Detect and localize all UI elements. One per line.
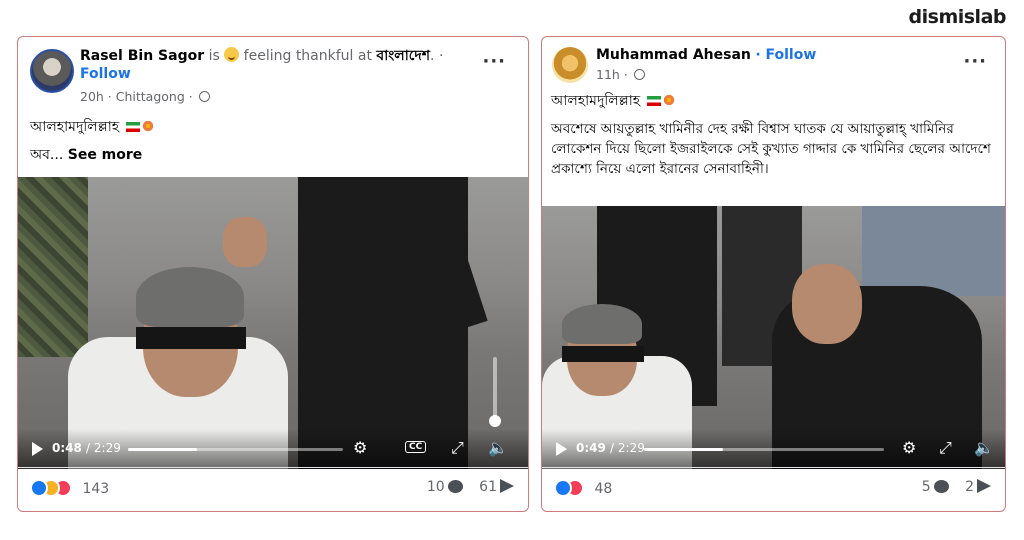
progress-fill [128, 448, 197, 451]
truncated-text: অব... [30, 147, 64, 163]
avatar[interactable] [30, 49, 74, 93]
reactions-summary[interactable]: 143 [30, 479, 109, 497]
share-count: 2 [965, 479, 974, 495]
like-reaction-icon [30, 479, 48, 497]
soldier-figure [18, 177, 88, 357]
post-meta: 20h · Chittagong · [80, 89, 210, 104]
blindfold-figure [562, 346, 644, 362]
progress-fill [644, 448, 724, 451]
guard-figure [298, 177, 468, 469]
video-player[interactable]: 0:49 / 2:29 ⚙ ⤢ 🔈 [542, 206, 1005, 469]
flower-icon [141, 120, 154, 132]
comments-stat[interactable]: 5 [922, 479, 949, 495]
play-icon[interactable] [556, 442, 567, 456]
share-count: 61 [479, 479, 497, 495]
more-options-icon[interactable]: ··· [482, 51, 506, 72]
share-icon [977, 479, 991, 493]
post-header: Rasel Bin Sagor is feeling thankful at ব… [80, 47, 444, 82]
fullscreen-icon[interactable]: ⤢ [939, 439, 952, 457]
globe-icon [633, 69, 645, 80]
mute-icon[interactable]: 🔈 [488, 439, 508, 457]
video-time: 0:48 / 2:29 [52, 441, 121, 455]
detained-face-figure [792, 264, 862, 344]
reaction-count: 48 [594, 481, 613, 497]
avatar[interactable] [552, 47, 588, 83]
video-controls: 0:48 / 2:29 ⚙ CC ⤢ 🔈 [18, 429, 528, 469]
globe-icon [198, 91, 210, 102]
post-text-line: আলহামদুলিল্লাহ [30, 117, 154, 137]
follow-button[interactable]: · Follow [755, 47, 816, 63]
place-link[interactable]: বাংলাদেশ [376, 48, 430, 64]
hair-figure [562, 304, 642, 344]
iran-flag-icon [646, 96, 661, 106]
post-meta: 11h · [596, 67, 645, 82]
shares-stat[interactable]: 61 [479, 479, 514, 495]
settings-gear-icon[interactable]: ⚙ [353, 439, 367, 457]
more-options-icon[interactable]: ··· [963, 51, 987, 72]
post-footer: 143 10 61 [18, 467, 528, 511]
hair-figure [136, 267, 244, 327]
post-text-line: আলহামদুলিল্লাহ [551, 91, 675, 111]
current-time: 0:48 [52, 441, 82, 455]
brand-logo: dismislab [908, 6, 1007, 28]
shares-stat[interactable]: 2 [965, 479, 991, 495]
engagement-stats: 10 61 [415, 479, 514, 495]
video-player[interactable]: 0:48 / 2:29 ⚙ CC ⤢ 🔈 [18, 177, 528, 469]
iran-flag-icon [125, 122, 140, 132]
volume-knob[interactable] [489, 415, 501, 427]
current-time: 0:49 [576, 441, 606, 455]
blindfold-figure [136, 327, 246, 349]
engagement-stats: 5 2 [910, 479, 991, 495]
post-card-2: Muhammad Ahesan · Follow 11h · ··· আলহাম… [541, 36, 1006, 512]
video-controls: 0:49 / 2:29 ⚙ ⤢ 🔈 [542, 429, 1005, 469]
comments-stat[interactable]: 10 [427, 479, 463, 495]
post-text-truncated: অব... See more [30, 145, 142, 165]
smile-emoji-icon [224, 47, 240, 62]
captions-icon[interactable]: CC [405, 441, 427, 453]
progress-bar[interactable] [128, 448, 343, 451]
bystander-figure [862, 206, 1005, 296]
play-icon[interactable] [32, 442, 43, 456]
mute-icon[interactable]: 🔈 [974, 439, 994, 457]
flower-icon [662, 94, 675, 106]
comment-icon [447, 480, 463, 493]
post-text: আলহামদুলিল্লাহ [551, 93, 641, 109]
post-footer: 48 5 2 [542, 467, 1005, 511]
is-text: is [208, 48, 220, 64]
duration: / 2:29 [86, 441, 121, 455]
settings-gear-icon[interactable]: ⚙ [902, 439, 916, 457]
post-card-1: Rasel Bin Sagor is feeling thankful at ব… [17, 36, 529, 512]
post-body: অবশেষে আয়তুল্লাহ খামিনীর দেহ রক্ষী বিশ্… [551, 121, 991, 177]
separator: . [430, 48, 435, 64]
progress-bar[interactable] [644, 448, 884, 451]
like-reaction-icon [554, 479, 572, 497]
post-time[interactable]: 11h · [596, 67, 628, 82]
activity-text: feeling thankful at [243, 48, 372, 64]
video-time: 0:49 / 2:29 [576, 441, 645, 455]
duration: / 2:29 [610, 441, 645, 455]
post-time[interactable]: 20h · Chittagong · [80, 89, 193, 104]
comment-icon [933, 480, 949, 493]
author-name[interactable]: Rasel Bin Sagor [80, 48, 204, 64]
author-name[interactable]: Muhammad Ahesan [596, 47, 751, 63]
volume-slider[interactable] [493, 357, 497, 422]
reaction-count: 143 [82, 481, 110, 497]
comment-count: 5 [921, 479, 931, 495]
fullscreen-icon[interactable]: ⤢ [451, 439, 464, 457]
comment-count: 10 [426, 479, 445, 495]
post-text: আলহামদুলিল্লাহ [30, 119, 120, 135]
reactions-summary[interactable]: 48 [554, 479, 612, 497]
follow-button[interactable]: Follow [80, 66, 131, 82]
post-header: Muhammad Ahesan · Follow [596, 46, 956, 64]
see-more-link[interactable]: See more [68, 147, 143, 163]
share-icon [500, 479, 514, 493]
hand-figure [223, 217, 267, 267]
